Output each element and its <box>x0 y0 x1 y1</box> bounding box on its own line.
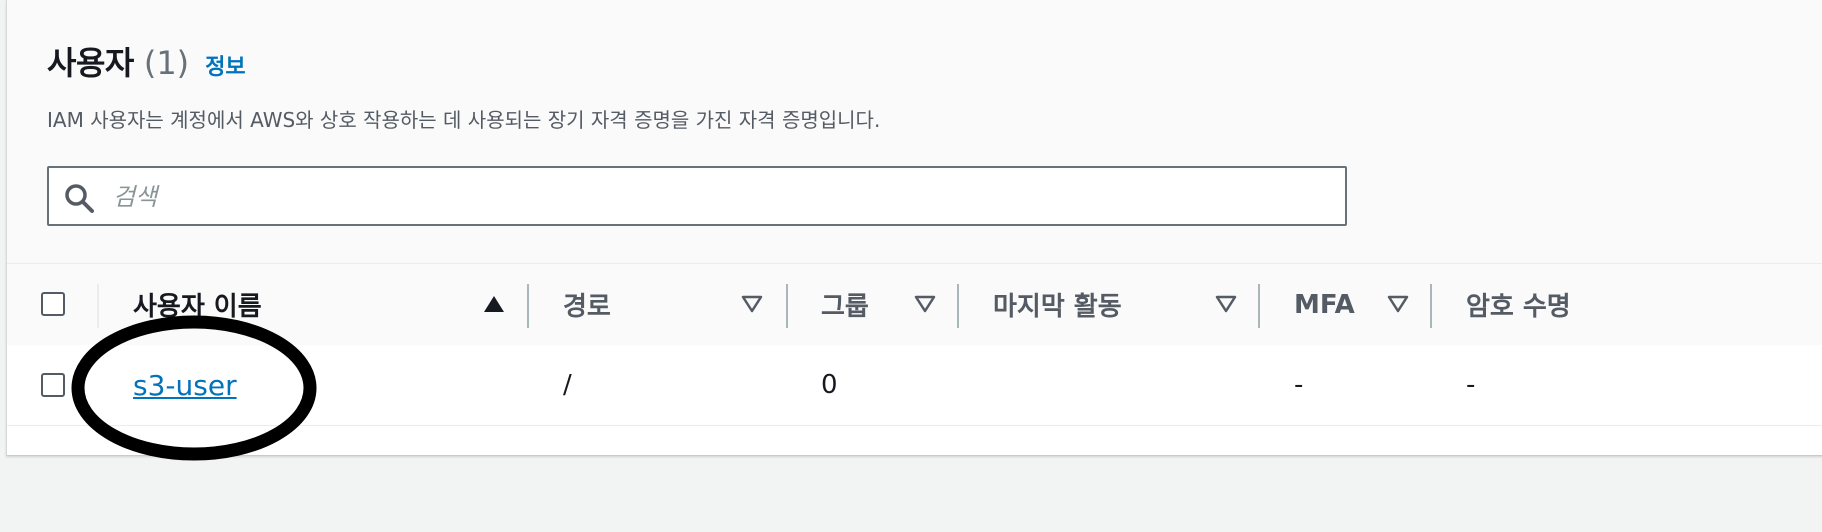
sort-icon[interactable] <box>1215 294 1237 314</box>
column-header-last-activity[interactable]: 마지막 활동 <box>993 264 1122 345</box>
sort-icon[interactable] <box>914 294 936 314</box>
column-divider[interactable] <box>1258 284 1260 328</box>
table-row: s3-user / 0 - - <box>7 345 1822 426</box>
page-title: 사용자 <box>47 44 134 82</box>
column-divider[interactable] <box>1430 284 1432 328</box>
row-select-checkbox[interactable] <box>41 373 65 397</box>
info-link[interactable]: 정보 <box>205 49 245 81</box>
cell-mfa: - <box>1294 370 1304 400</box>
column-divider[interactable] <box>527 284 529 328</box>
sort-icon[interactable] <box>741 294 763 314</box>
sort-icon[interactable] <box>1387 294 1409 314</box>
column-label-password-age: 암호 수명 <box>1466 292 1571 322</box>
cell-groups: 0 <box>821 370 838 400</box>
column-divider[interactable] <box>957 284 959 328</box>
cell-path: / <box>563 370 572 400</box>
column-header-mfa[interactable]: MFA <box>1294 264 1355 345</box>
column-header-password-age[interactable]: 암호 수명 <box>1466 264 1571 345</box>
column-label-last-activity: 마지막 활동 <box>993 292 1122 322</box>
table-header: 사용자 이름 경로 그룹 마지막 활동 MFA 암호 수명 <box>7 263 1822 346</box>
column-label-path: 경로 <box>563 292 611 322</box>
user-name-link[interactable]: s3-user <box>133 369 237 402</box>
column-label-groups: 그룹 <box>821 292 869 322</box>
cell-password-age: - <box>1466 370 1476 400</box>
sort-ascending-icon[interactable] <box>483 294 505 314</box>
panel-header: 사용자 (1) 정보 IAM 사용자는 계정에서 AWS와 상호 작용하는 데 … <box>7 0 1822 263</box>
column-divider <box>97 284 99 328</box>
column-header-groups[interactable]: 그룹 <box>821 264 869 345</box>
section-description: IAM 사용자는 계정에서 AWS와 상호 작용하는 데 사용되는 장기 자격 … <box>47 108 881 132</box>
column-header-path[interactable]: 경로 <box>563 264 611 345</box>
user-count: (1) <box>143 44 190 82</box>
search-field[interactable] <box>47 166 1347 226</box>
column-divider[interactable] <box>786 284 788 328</box>
column-label-mfa: MFA <box>1294 289 1355 320</box>
search-input[interactable] <box>111 176 1335 218</box>
title-row: 사용자 (1) 정보 <box>47 38 246 84</box>
users-panel: 사용자 (1) 정보 IAM 사용자는 계정에서 AWS와 상호 작용하는 데 … <box>6 0 1822 456</box>
cell-user-name: s3-user <box>133 345 237 425</box>
column-label-user-name: 사용자 이름 <box>133 292 262 322</box>
select-all-checkbox[interactable] <box>41 292 65 316</box>
search-icon <box>65 184 94 213</box>
column-header-user-name[interactable]: 사용자 이름 <box>133 264 262 345</box>
